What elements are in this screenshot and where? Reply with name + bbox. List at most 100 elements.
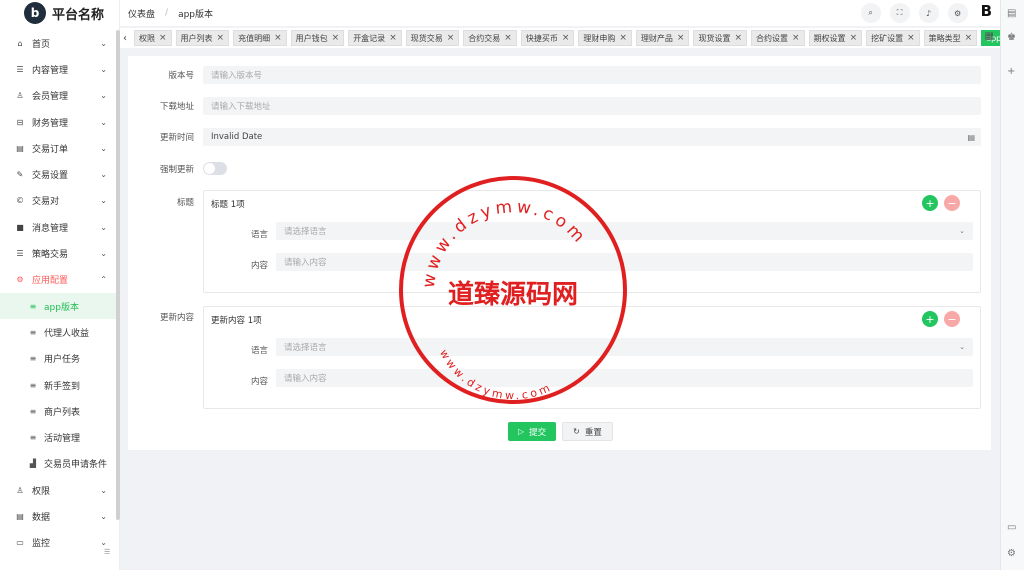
- chevron-down-icon: ⌄: [959, 227, 965, 235]
- collapse-icon[interactable]: ☰: [104, 548, 110, 556]
- close-icon[interactable]: ×: [504, 33, 512, 43]
- tab-spot-trading[interactable]: 现货交易 ×: [405, 30, 460, 46]
- tab-wealth-purchase[interactable]: 理财申购 ×: [578, 30, 632, 46]
- sidebar-subitem-label: 活动管理: [44, 434, 81, 445]
- update-content-input[interactable]: 请输入内容: [276, 369, 973, 387]
- sidebar-subitem-app-version[interactable]: ≡ app版本: [0, 292, 119, 320]
- sidebar-subitem-user-tasks[interactable]: ≡ 用户任务: [0, 346, 119, 372]
- add-title-button[interactable]: +: [922, 195, 938, 211]
- tab-label: 合约设置: [756, 33, 789, 43]
- sidebar-item-monitor[interactable]: ▭ 监控 ⌄: [0, 530, 119, 556]
- update-time-picker[interactable]: Invalid Date ▤: [203, 128, 981, 146]
- search-icon[interactable]: ⌕: [860, 3, 881, 23]
- add-update-content-button[interactable]: +: [922, 311, 938, 327]
- tab-permissions[interactable]: 权限 ×: [134, 30, 172, 46]
- download-url-input[interactable]: 请输入下载地址: [203, 97, 981, 115]
- submit-button[interactable]: ▷ 提交: [508, 422, 557, 441]
- remove-update-content-button[interactable]: −: [944, 311, 960, 327]
- close-icon[interactable]: ×: [159, 33, 167, 43]
- sidebar-subitem-trader-conditions[interactable]: ▟ 交易员申请条件: [0, 451, 119, 477]
- chevron-down-icon: ⌄: [959, 343, 965, 351]
- refresh-icon: ↻: [573, 427, 580, 436]
- settings-icon[interactable]: ⚙: [947, 3, 968, 23]
- screen-icon[interactable]: ▭: [1007, 522, 1016, 533]
- tab-wealth-products[interactable]: 理财产品 ×: [635, 30, 690, 46]
- logo[interactable]: b 平台名称: [0, 0, 119, 26]
- grid-icon[interactable]: ▦: [985, 31, 994, 42]
- close-icon[interactable]: ×: [965, 33, 973, 43]
- sidebar-subitem-checkin[interactable]: ≡ 新手签到: [0, 372, 119, 398]
- breadcrumb: 仪表盘 / app版本: [128, 7, 213, 20]
- tab-label: 权限: [139, 33, 155, 43]
- close-icon[interactable]: ×: [907, 33, 915, 43]
- user-switch-icon[interactable]: ♚: [1007, 32, 1016, 43]
- close-icon[interactable]: ×: [447, 33, 455, 43]
- sidebar-item-pairs[interactable]: © 交易对 ⌄: [0, 188, 119, 214]
- tab-user-wallet[interactable]: 用户钱包 ×: [290, 30, 345, 46]
- sidebar-subitem-agent-income[interactable]: ≡ 代理人收益: [0, 319, 119, 345]
- close-icon[interactable]: ×: [734, 33, 742, 43]
- chevron-down-icon: ⌄: [100, 64, 107, 74]
- tab-quick-buy[interactable]: 快捷买币 ×: [520, 30, 575, 46]
- title-content-input[interactable]: 请输入内容: [276, 253, 973, 271]
- force-update-toggle[interactable]: [203, 162, 227, 175]
- sidebar-subitem-activities[interactable]: ≡ 活动管理: [0, 424, 119, 450]
- close-icon[interactable]: ×: [562, 33, 570, 43]
- table-icon: ▤: [16, 511, 24, 521]
- close-icon[interactable]: ×: [217, 33, 225, 43]
- sidebar-subitem-merchants[interactable]: ≡ 商户列表: [0, 398, 119, 424]
- home-icon: ⌂: [17, 38, 23, 48]
- menu-icon: ≡: [29, 380, 37, 390]
- title-lang-label: 语言: [250, 230, 268, 240]
- remove-title-button[interactable]: −: [944, 195, 960, 211]
- sidebar-scrollbar[interactable]: [116, 30, 120, 520]
- close-icon[interactable]: ×: [389, 33, 397, 43]
- sidebar-item-strategy[interactable]: ☰ 策略交易 ⌄: [0, 240, 119, 266]
- close-icon[interactable]: ×: [274, 33, 282, 43]
- tab-strategy-types[interactable]: 策略类型 ×: [923, 30, 978, 46]
- bar-chart-icon: ▟: [29, 459, 37, 469]
- close-icon[interactable]: ×: [677, 33, 685, 43]
- sidebar-item-data[interactable]: ▤ 数据 ⌄: [0, 503, 119, 529]
- sidebar-item-label: 交易设置: [32, 171, 69, 182]
- sidebar-item-app-config[interactable]: ⚙ 应用配置 ⌃: [0, 267, 119, 293]
- tab-spot-settings[interactable]: 现货设置 ×: [693, 30, 748, 46]
- plus-icon[interactable]: +: [1007, 66, 1015, 77]
- sidebar-item-trade-settings[interactable]: ✎ 交易设置 ⌄: [0, 161, 119, 187]
- bell-icon[interactable]: ♪: [918, 3, 939, 23]
- close-icon[interactable]: ×: [792, 33, 800, 43]
- tab-contract-trading[interactable]: 合约交易 ×: [463, 30, 517, 46]
- sidebar-item-permissions[interactable]: ♙ 权限 ⌄: [0, 477, 119, 503]
- sidebar-item-home[interactable]: ⌂ 首页 ⌄: [0, 30, 119, 56]
- send-icon: ▷: [518, 427, 525, 436]
- sidebar-item-label: 消息管理: [32, 223, 69, 234]
- sidebar-item-messages[interactable]: ■ 消息管理 ⌄: [0, 214, 119, 240]
- sidebar-item-finance[interactable]: ⊟ 财务管理 ⌄: [0, 109, 119, 135]
- tab-contract-settings[interactable]: 合约设置 ×: [751, 30, 805, 46]
- sidebar-item-content[interactable]: ☰ 内容管理 ⌄: [0, 56, 119, 82]
- chevron-left-icon[interactable]: ‹: [120, 33, 130, 44]
- chevron-down-icon: ⌄: [100, 38, 107, 48]
- tab-mining-settings[interactable]: 挖矿设置 ×: [866, 30, 920, 46]
- title-lang-select[interactable]: 请选择语言 ⌄: [276, 222, 973, 240]
- settings-icon[interactable]: ⚙: [1007, 548, 1016, 559]
- tab-options-settings[interactable]: 期权设置 ×: [808, 30, 863, 46]
- tab-user-list[interactable]: 用户列表 ×: [175, 30, 230, 46]
- sidebar-item-label: 财务管理: [32, 118, 69, 129]
- tab-box-records[interactable]: 开盒记录 ×: [348, 30, 402, 46]
- sidebar-item-orders[interactable]: ▤ 交易订单 ⌄: [0, 135, 119, 161]
- close-icon[interactable]: ×: [850, 33, 858, 43]
- tab-bar: ‹ 权限 × 用户列表 × 充值明细 × 用户钱包 × 开盒记录 × 现货交易 × 合约交易…: [120, 28, 1000, 48]
- chevron-down-icon: ⌄: [100, 538, 107, 548]
- close-icon[interactable]: ×: [619, 33, 627, 43]
- breadcrumb-separator: /: [165, 8, 169, 18]
- update-lang-select[interactable]: 请选择语言 ⌄: [276, 338, 973, 356]
- close-icon[interactable]: ×: [332, 33, 340, 43]
- sidebar-item-members[interactable]: ♙ 会员管理 ⌄: [0, 83, 119, 109]
- menu-icon[interactable]: ▤: [1007, 8, 1016, 19]
- breadcrumb-dashboard[interactable]: 仪表盘: [128, 7, 155, 20]
- tab-recharge-details[interactable]: 充值明细 ×: [233, 30, 287, 46]
- reset-button[interactable]: ↻ 重置: [562, 422, 613, 441]
- version-input[interactable]: 请输入版本号: [203, 66, 981, 84]
- fullscreen-icon[interactable]: ⛶: [889, 3, 910, 23]
